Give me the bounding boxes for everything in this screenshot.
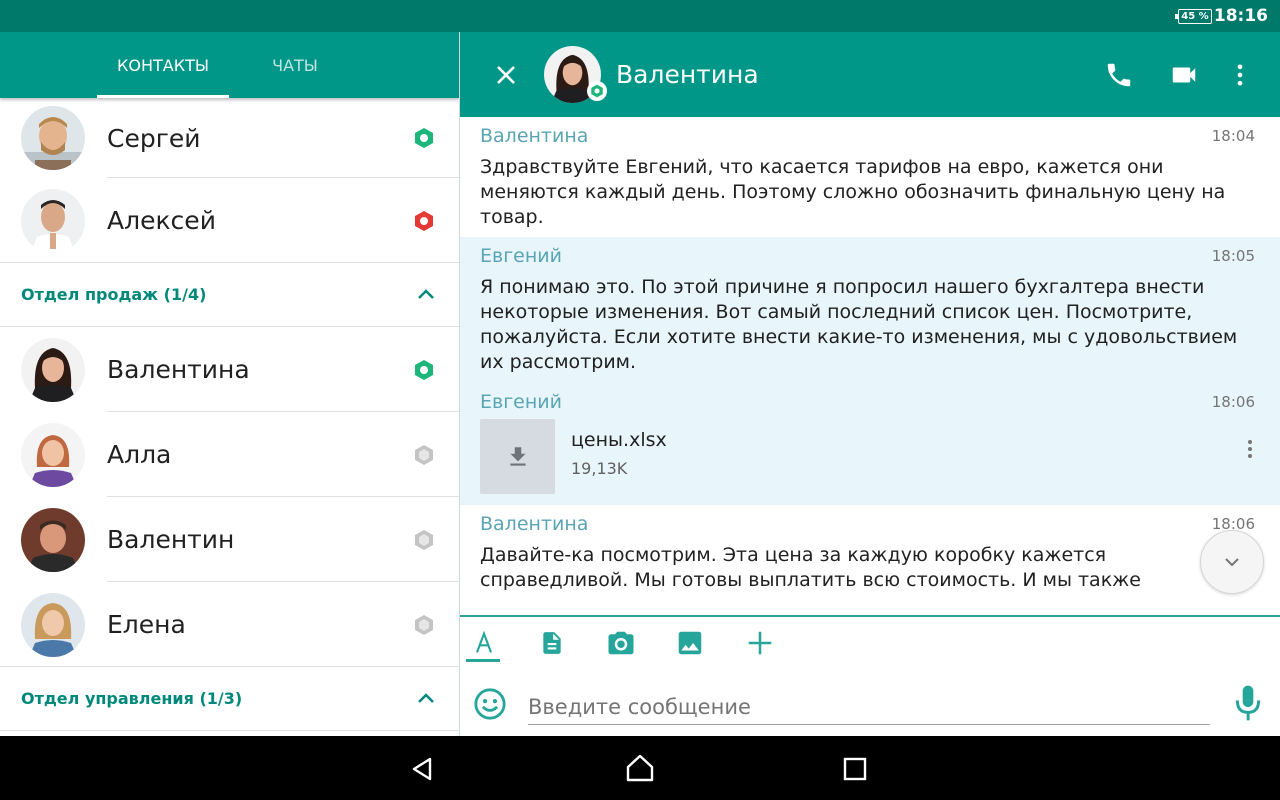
contact-item-valentin[interactable]: Валентин <box>0 497 459 582</box>
more-vert-icon[interactable] <box>1240 437 1260 461</box>
contacts-panel: КОНТАКТЫ ЧАТЫ Сергей Алексей Отдел прода… <box>0 32 459 736</box>
active-tool-indicator <box>466 659 500 662</box>
message-composer <box>460 617 1280 736</box>
home-icon[interactable] <box>624 752 656 784</box>
message-time: 18:05 <box>1211 247 1255 265</box>
message-sender: Евгений <box>480 245 562 267</box>
emoji-icon[interactable] <box>473 687 507 721</box>
videocam-icon[interactable] <box>1168 60 1200 90</box>
battery-icon: 45 % <box>1175 8 1212 24</box>
avatar <box>21 507 85 572</box>
battery-indicator: 45 % <box>1175 8 1212 24</box>
file-attachment[interactable]: цены.xlsx 19,13K <box>480 419 1260 503</box>
image-icon <box>678 631 702 655</box>
contact-name: Алексей <box>107 206 216 235</box>
contact-name: Елена <box>107 610 186 639</box>
attach-document-button[interactable] <box>534 625 570 661</box>
status-bar: 45 % 18:16 <box>0 0 1280 32</box>
group-title: Отдел продаж (1/4) <box>21 285 207 304</box>
contact-item-sergey[interactable]: Сергей <box>0 98 459 178</box>
contact-name: Валентин <box>107 525 235 554</box>
offline-status-icon <box>415 444 433 465</box>
chevron-down-icon <box>1225 558 1239 567</box>
contact-item-aleksey[interactable]: Алексей <box>0 178 459 263</box>
contact-name: Алла <box>107 440 172 469</box>
tab-chats[interactable]: ЧАТЫ <box>252 32 338 98</box>
file-size: 19,13K <box>571 459 628 478</box>
message-item-file[interactable]: Евгений 18:06 цены.xlsx 19,13K <box>460 383 1280 505</box>
online-status-icon <box>587 81 607 101</box>
group-header-sales[interactable]: Отдел продаж (1/4) <box>0 263 459 327</box>
avatar <box>21 188 85 253</box>
tab-indicator <box>97 95 229 98</box>
gallery-button[interactable] <box>672 625 708 661</box>
offline-status-icon <box>415 529 433 550</box>
chat-header: Валентина <box>460 32 1280 117</box>
contact-item-alla[interactable]: Алла <box>0 412 459 497</box>
plus-icon <box>748 631 772 655</box>
message-item[interactable]: Валентина 18:04 Здравствуйте Евгений, чт… <box>460 117 1280 237</box>
message-item[interactable]: Валентина 18:06 Давайте-ка посмотрим. Эт… <box>460 505 1280 615</box>
message-text: Я понимаю это. По этой причине я попроси… <box>480 276 1238 373</box>
status-clock: 18:16 <box>1213 6 1268 26</box>
system-nav-bar <box>0 736 1280 800</box>
avatar <box>21 106 85 170</box>
recent-apps-icon[interactable] <box>842 756 868 782</box>
message-sender: Валентина <box>480 125 589 147</box>
message-time: 18:04 <box>1211 127 1255 145</box>
back-icon[interactable] <box>408 754 438 784</box>
camera-icon <box>608 631 634 655</box>
message-input[interactable] <box>528 689 1210 725</box>
avatar <box>21 592 85 657</box>
document-icon <box>543 632 561 654</box>
mic-icon[interactable] <box>1232 683 1264 723</box>
text-format-button[interactable] <box>466 625 502 661</box>
scroll-to-bottom-button[interactable] <box>1200 530 1264 594</box>
tab-contacts[interactable]: КОНТАКТЫ <box>97 32 229 98</box>
message-item[interactable]: Евгений 18:05 Я понимаю это. По этой при… <box>460 237 1280 383</box>
close-icon[interactable] <box>490 59 522 91</box>
contact-item-valentina[interactable]: Валентина <box>0 327 459 412</box>
phone-icon[interactable] <box>1104 60 1134 90</box>
online-status-icon <box>415 359 433 380</box>
more-vert-icon[interactable] <box>1226 60 1254 90</box>
message-text: Давайте-ка посмотрим. Эта цена за каждую… <box>480 544 1141 591</box>
chevron-up-icon[interactable] <box>415 284 437 306</box>
avatar <box>21 422 85 487</box>
message-sender: Евгений <box>480 391 562 413</box>
message-list[interactable]: Валентина 18:04 Здравствуйте Евгений, чт… <box>460 117 1280 615</box>
message-text: Здравствуйте Евгений, что касается тариф… <box>480 156 1226 228</box>
contact-list: Сергей Алексей Отдел продаж (1/4) Валент… <box>0 98 459 731</box>
contact-item-elena[interactable]: Елена <box>0 582 459 667</box>
busy-status-icon <box>415 210 433 231</box>
download-icon <box>509 446 526 466</box>
file-download-button[interactable] <box>480 419 555 494</box>
contact-name: Валентина <box>107 355 250 384</box>
file-name: цены.xlsx <box>571 429 667 451</box>
offline-status-icon <box>415 614 433 635</box>
tab-bar: КОНТАКТЫ ЧАТЫ <box>0 32 459 98</box>
group-title: Отдел управления (1/3) <box>21 689 243 708</box>
chevron-up-icon[interactable] <box>415 688 437 710</box>
chat-title[interactable]: Валентина <box>616 60 759 89</box>
contact-name: Сергей <box>107 123 201 153</box>
message-time: 18:06 <box>1211 393 1255 411</box>
text-format-icon <box>476 630 492 653</box>
camera-button[interactable] <box>603 625 639 661</box>
message-sender: Валентина <box>480 513 589 535</box>
online-status-icon <box>415 128 433 148</box>
more-attachments-button[interactable] <box>742 625 778 661</box>
avatar <box>21 337 85 402</box>
battery-level: 45 % <box>1181 10 1209 22</box>
group-header-management[interactable]: Отдел управления (1/3) <box>0 667 459 731</box>
